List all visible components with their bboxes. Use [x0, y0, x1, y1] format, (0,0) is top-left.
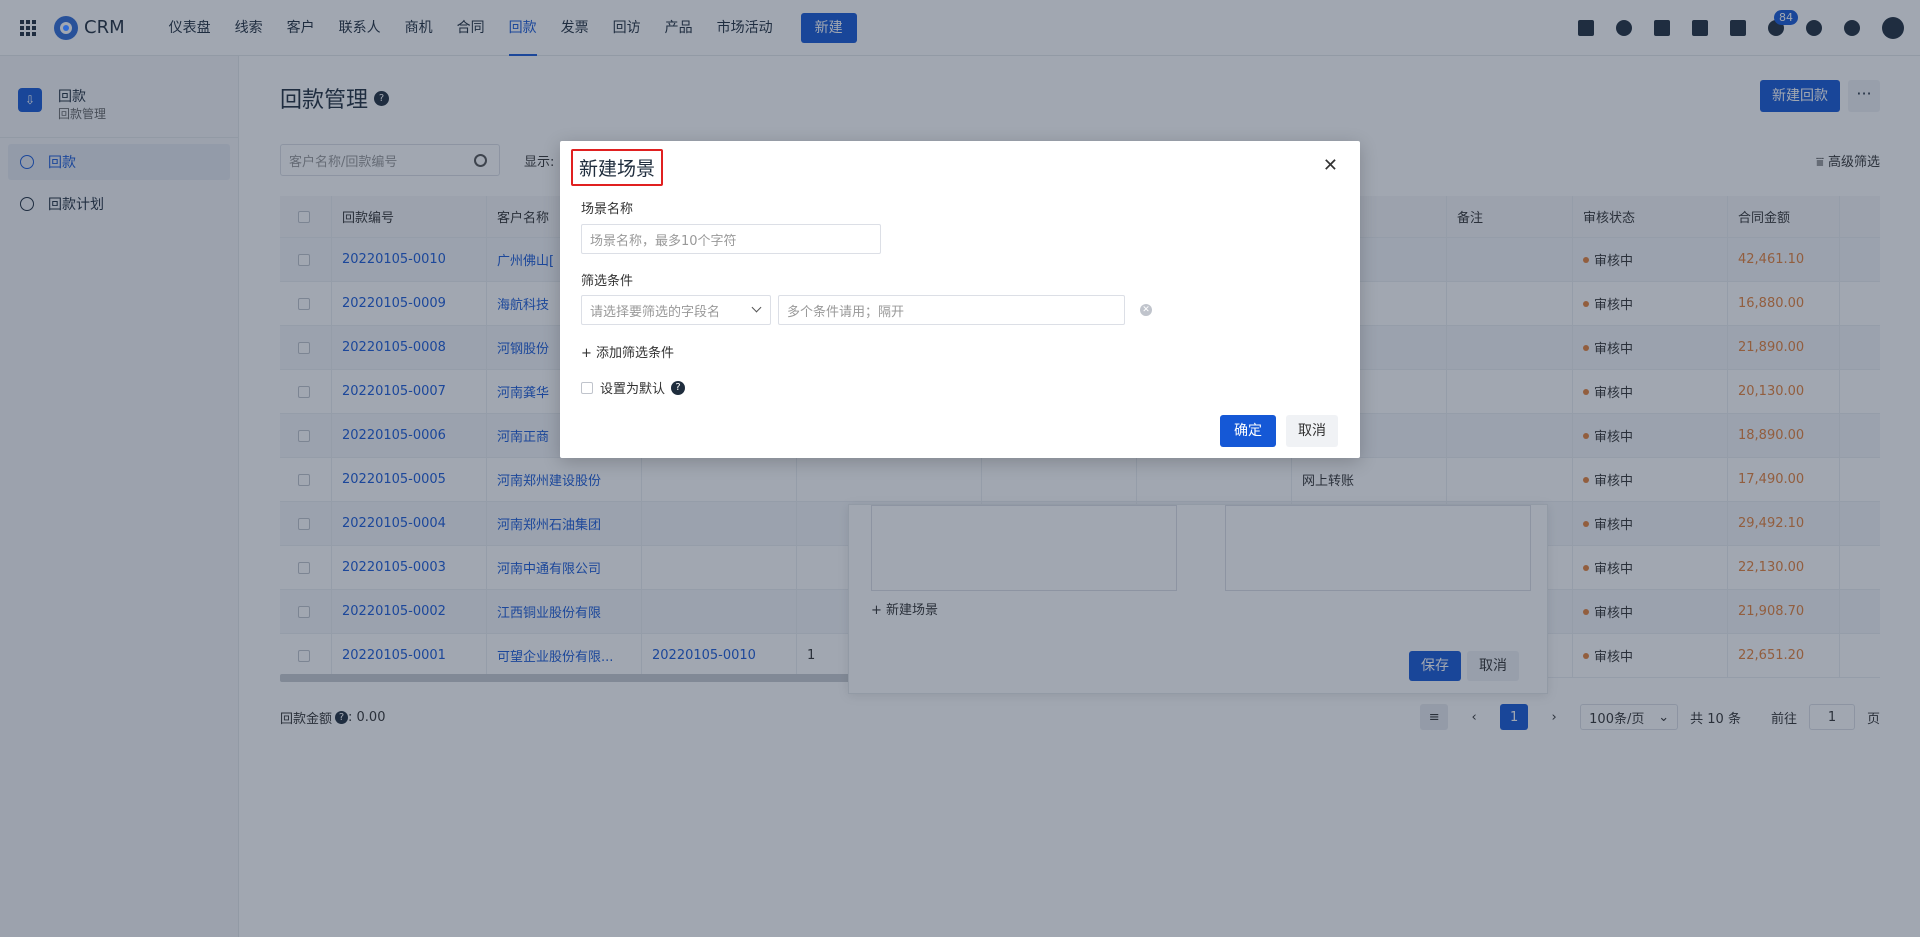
- close-icon[interactable]: ✕: [1323, 155, 1338, 176]
- remove-condition-icon[interactable]: ✕: [1140, 304, 1152, 316]
- help-icon[interactable]: ?: [671, 380, 686, 395]
- scene-name-label: 场景名称: [581, 202, 634, 217]
- cancel-button[interactable]: 取消: [1286, 415, 1338, 447]
- set-default-option[interactable]: 设置为默认 ?: [581, 378, 686, 397]
- filter-field-select[interactable]: 请选择要筛选的字段名: [581, 295, 771, 325]
- dialog-title: 新建场景: [571, 149, 664, 186]
- confirm-button[interactable]: 确定: [1220, 415, 1276, 447]
- chevron-down-icon: [751, 302, 762, 313]
- filter-value-input[interactable]: 多个条件请用；隔开: [778, 295, 1125, 325]
- new-scene-dialog: 新建场景 ✕ 场景名称 场景名称，最多10个字符 筛选条件 请选择要筛选的字段名…: [560, 141, 1360, 458]
- scene-name-input[interactable]: 场景名称，最多10个字符: [581, 224, 881, 254]
- add-filter-condition-link[interactable]: + 添加筛选条件: [581, 342, 674, 361]
- filter-condition-label: 筛选条件: [581, 274, 634, 289]
- set-default-checkbox[interactable]: [581, 381, 593, 394]
